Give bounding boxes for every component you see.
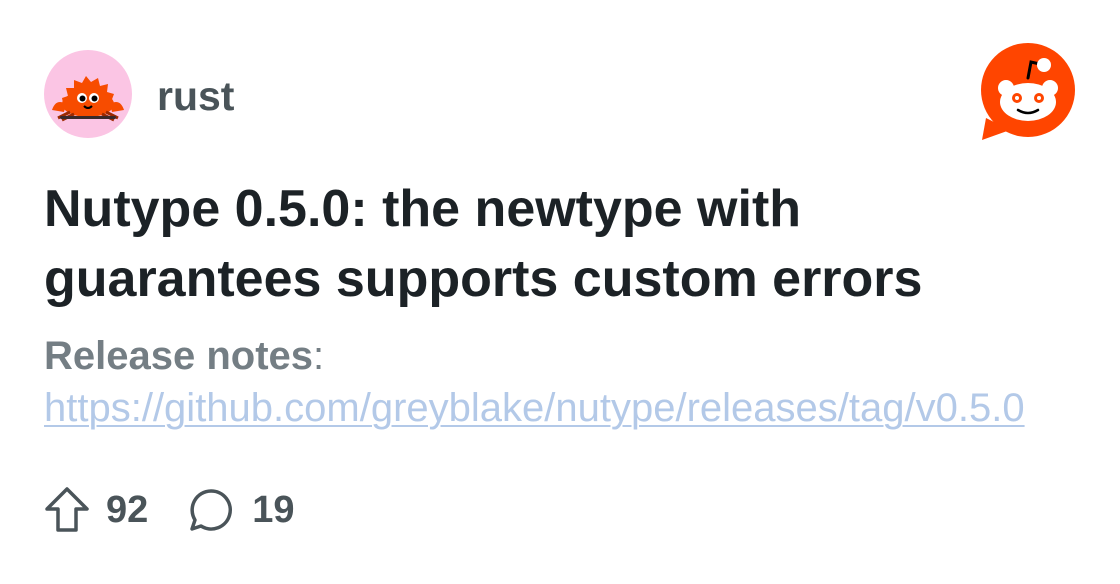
post-stats: 92 19 <box>44 484 295 536</box>
reddit-logo-icon <box>981 43 1075 140</box>
upvote-count: 92 <box>106 489 149 531</box>
community-name[interactable]: rust <box>157 72 234 120</box>
comment-count: 19 <box>252 489 295 531</box>
community-avatar[interactable] <box>44 50 132 138</box>
reddit-logo[interactable] <box>978 42 1078 142</box>
post-body: Release notes: https://github.com/greybl… <box>44 330 1104 434</box>
body-separator: : <box>313 334 325 378</box>
upvote-arrow-icon <box>45 487 89 532</box>
comments-button[interactable]: 19 <box>188 484 295 536</box>
body-label: Release notes <box>44 334 314 378</box>
ferris-crab-icon <box>52 76 124 122</box>
release-notes-link[interactable]: https://github.com/greyblake/nutype/rele… <box>44 382 1104 434</box>
upvote-button[interactable]: 92 <box>44 484 148 536</box>
comment-bubble-icon <box>190 489 233 531</box>
post-title[interactable]: Nutype 0.5.0: the newtype with guarantee… <box>44 174 1084 314</box>
